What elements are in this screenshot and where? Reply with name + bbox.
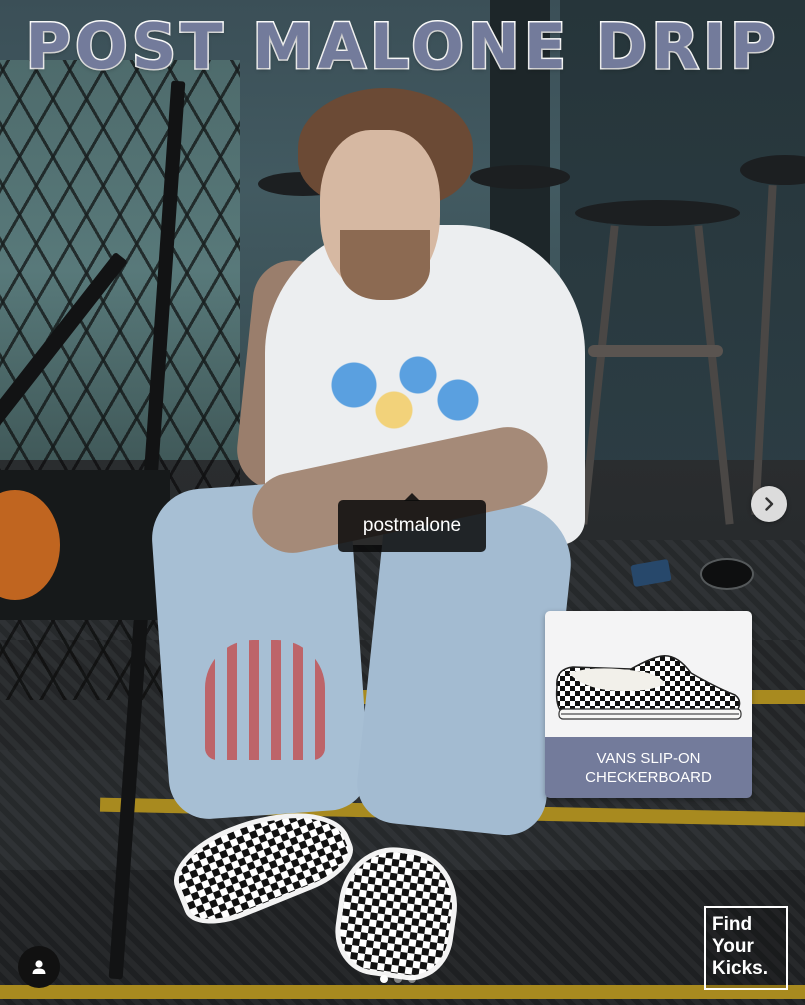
- person-icon: [32, 960, 46, 974]
- background-sign: [0, 470, 170, 620]
- slip-on-shoe-image: [555, 655, 742, 720]
- user-tag-username: postmalone: [362, 515, 462, 536]
- carousel-dot: [394, 975, 402, 983]
- jeans-flames: [205, 640, 325, 760]
- logo-line: Kicks.: [712, 958, 768, 979]
- instagram-post: POST MALONE DRIP postmalone VANS SLIP-ON…: [0, 0, 805, 1005]
- carousel-dots: [380, 975, 426, 985]
- chevron-right-icon: [765, 497, 774, 511]
- ashtray: [700, 558, 754, 590]
- carousel-dot: [408, 975, 416, 983]
- shirt-graphic: [322, 345, 482, 445]
- find-your-kicks-logo: Find Your Kicks.: [704, 906, 788, 990]
- logo-line: Find: [712, 914, 753, 935]
- post-headline: POST MALONE DRIP: [24, 9, 780, 85]
- product-image: [545, 611, 752, 737]
- stool-footrest: [588, 345, 723, 357]
- bar-stool: [470, 165, 570, 189]
- product-name: VANS SLIP-ON CHECKERBOARD: [585, 749, 712, 786]
- product-name-label: VANS SLIP-ON CHECKERBOARD: [545, 737, 752, 798]
- logo-line: Your: [712, 936, 754, 957]
- user-tag[interactable]: postmalone: [338, 493, 486, 552]
- carousel-dot-active: [380, 975, 388, 983]
- sign-logo: [0, 490, 60, 600]
- person-beard: [340, 230, 430, 300]
- step-stripe: [0, 985, 805, 999]
- tagged-users-button[interactable]: [18, 946, 60, 988]
- bar-stool: [575, 200, 740, 226]
- product-tag-card[interactable]: VANS SLIP-ON CHECKERBOARD: [545, 611, 752, 798]
- carousel-next-button[interactable]: [751, 486, 787, 522]
